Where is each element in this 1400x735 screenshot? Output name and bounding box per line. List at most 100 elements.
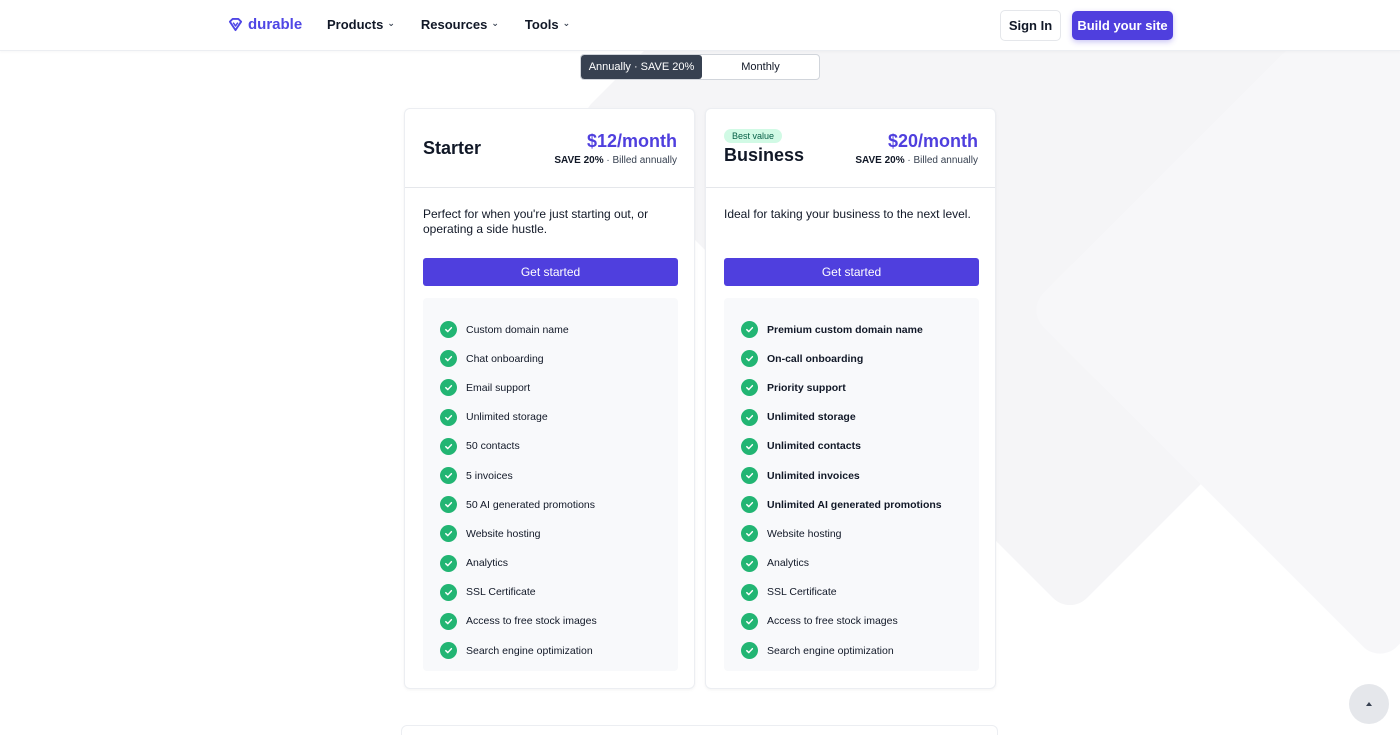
toggle-monthly[interactable]: Monthly bbox=[702, 55, 819, 79]
check-circle-icon bbox=[440, 408, 457, 426]
check-circle-icon bbox=[741, 379, 758, 397]
plan-description: Ideal for taking your business to the ne… bbox=[724, 207, 971, 221]
get-started-button[interactable]: Get started bbox=[724, 258, 979, 286]
check-circle-icon bbox=[440, 379, 457, 397]
feature-item: SSL Certificate bbox=[423, 578, 678, 607]
check-circle-icon bbox=[741, 467, 758, 485]
check-circle-icon bbox=[440, 321, 457, 339]
check-circle-icon bbox=[741, 350, 758, 368]
check-circle-icon bbox=[741, 583, 758, 601]
chevron-down-icon: ⌄ bbox=[562, 18, 571, 28]
feature-item: Website hosting bbox=[423, 519, 678, 548]
save-label: SAVE 20% bbox=[554, 155, 604, 166]
nav-label: Resources bbox=[420, 17, 488, 32]
feature-item: Analytics bbox=[423, 549, 678, 578]
feature-label: Chat onboarding bbox=[466, 352, 544, 365]
sign-in-button[interactable]: Sign In bbox=[1000, 10, 1061, 41]
nav-tools[interactable]: Tools ⌄ bbox=[525, 17, 570, 32]
feature-label: Website hosting bbox=[767, 527, 842, 540]
feature-item: On-call onboarding bbox=[724, 344, 979, 373]
feature-list: Premium custom domain name On-call onboar… bbox=[724, 298, 979, 671]
check-circle-icon bbox=[741, 554, 758, 572]
check-circle-icon bbox=[741, 437, 758, 455]
feature-item: Unlimited AI generated promotions bbox=[724, 490, 979, 519]
build-your-site-button[interactable]: Build your site bbox=[1072, 11, 1173, 40]
feature-item: 50 contacts bbox=[423, 432, 678, 461]
feature-label: Unlimited invoices bbox=[767, 469, 860, 482]
nav-resources[interactable]: Resources ⌄ bbox=[421, 17, 499, 32]
feature-label: Custom domain name bbox=[466, 323, 569, 336]
feature-item: Unlimited invoices bbox=[724, 461, 979, 490]
main-nav: Products ⌄ Resources ⌄ Tools ⌄ bbox=[327, 17, 570, 32]
feature-label: Analytics bbox=[466, 557, 509, 570]
nav-label: Tools bbox=[524, 17, 559, 32]
check-circle-icon bbox=[440, 612, 457, 630]
check-circle-icon bbox=[741, 496, 758, 514]
feature-item: Unlimited contacts bbox=[724, 432, 979, 461]
feature-item: Access to free stock images bbox=[724, 607, 979, 636]
billing-text: · Billed annually bbox=[907, 155, 978, 166]
plan-description: Perfect for when you're just starting ou… bbox=[423, 207, 649, 236]
feature-item: 50 AI generated promotions bbox=[423, 490, 678, 519]
toggle-annually[interactable]: Annually · SAVE 20% bbox=[581, 55, 702, 79]
feature-item: Priority support bbox=[724, 373, 979, 402]
nav-label: Products bbox=[327, 17, 384, 32]
chevron-down-icon: ⌄ bbox=[491, 18, 499, 28]
feature-label: Access to free stock images bbox=[767, 615, 898, 628]
feature-label: Priority support bbox=[767, 381, 846, 394]
feature-label: Unlimited AI generated promotions bbox=[767, 498, 942, 511]
feature-label: SSL Certificate bbox=[767, 586, 837, 599]
nav-products[interactable]: Products ⌄ bbox=[327, 17, 395, 32]
feature-label: Email support bbox=[466, 381, 531, 394]
site-header: durable Products ⌄ Resources ⌄ Tools ⌄ S… bbox=[0, 0, 1400, 51]
check-circle-icon bbox=[741, 525, 758, 543]
feature-label: Search engine optimization bbox=[466, 644, 593, 657]
feature-item: Analytics bbox=[724, 549, 979, 578]
durable-logo-icon bbox=[228, 17, 243, 32]
arrow-up-icon bbox=[1366, 702, 1372, 706]
plan-card-starter: Starter $12/month SAVE 20% · Billed annu… bbox=[404, 108, 695, 689]
feature-label: Unlimited contacts bbox=[767, 440, 861, 453]
scroll-to-top-button[interactable] bbox=[1349, 684, 1389, 724]
feature-item: Unlimited storage bbox=[423, 403, 678, 432]
feature-list: Custom domain name Chat onboarding Email s… bbox=[423, 298, 678, 671]
feature-item: Search engine optimization bbox=[423, 636, 678, 665]
feature-label: Unlimited storage bbox=[767, 411, 856, 424]
plan-price: $12/month bbox=[586, 131, 677, 151]
feature-item: Search engine optimization bbox=[724, 636, 979, 665]
feature-label: Search engine optimization bbox=[767, 644, 894, 657]
feature-label: Unlimited storage bbox=[466, 411, 548, 424]
billing-period-toggle: Annually · SAVE 20% Monthly bbox=[580, 54, 820, 80]
billing-note: SAVE 20% · Billed annually bbox=[855, 155, 978, 166]
feature-item: Chat onboarding bbox=[423, 344, 678, 373]
feature-item: Unlimited storage bbox=[724, 403, 979, 432]
check-circle-icon bbox=[440, 437, 457, 455]
feature-item: Custom domain name bbox=[423, 315, 678, 344]
check-circle-icon bbox=[741, 642, 758, 660]
feature-item: Access to free stock images bbox=[423, 607, 678, 636]
check-circle-icon bbox=[741, 321, 758, 339]
check-circle-icon bbox=[440, 350, 457, 368]
feature-label: 50 contacts bbox=[466, 440, 520, 453]
feature-label: Website hosting bbox=[466, 527, 541, 540]
feature-label: Premium custom domain name bbox=[767, 323, 923, 336]
feature-item: 5 invoices bbox=[423, 461, 678, 490]
best-value-badge: Best value bbox=[724, 129, 783, 143]
plan-price: $20/month bbox=[887, 131, 978, 151]
feature-label: Analytics bbox=[767, 557, 810, 570]
plan-card-header: Best value Business $20/month SAVE 20% ·… bbox=[706, 109, 995, 188]
plan-card-header: Starter $12/month SAVE 20% · Billed annu… bbox=[405, 109, 694, 188]
logo[interactable]: durable bbox=[228, 16, 302, 33]
check-circle-icon bbox=[440, 554, 457, 572]
check-circle-icon bbox=[440, 642, 457, 660]
chevron-down-icon: ⌄ bbox=[387, 18, 395, 28]
check-circle-icon bbox=[741, 408, 758, 426]
feature-label: 50 AI generated promotions bbox=[466, 498, 596, 511]
logo-text: durable bbox=[248, 16, 303, 33]
feature-label: On-call onboarding bbox=[767, 352, 864, 365]
feature-label: 5 invoices bbox=[466, 469, 513, 482]
get-started-button[interactable]: Get started bbox=[423, 258, 678, 286]
feature-item: Website hosting bbox=[724, 519, 979, 548]
check-circle-icon bbox=[440, 525, 457, 543]
check-circle-icon bbox=[440, 496, 457, 514]
